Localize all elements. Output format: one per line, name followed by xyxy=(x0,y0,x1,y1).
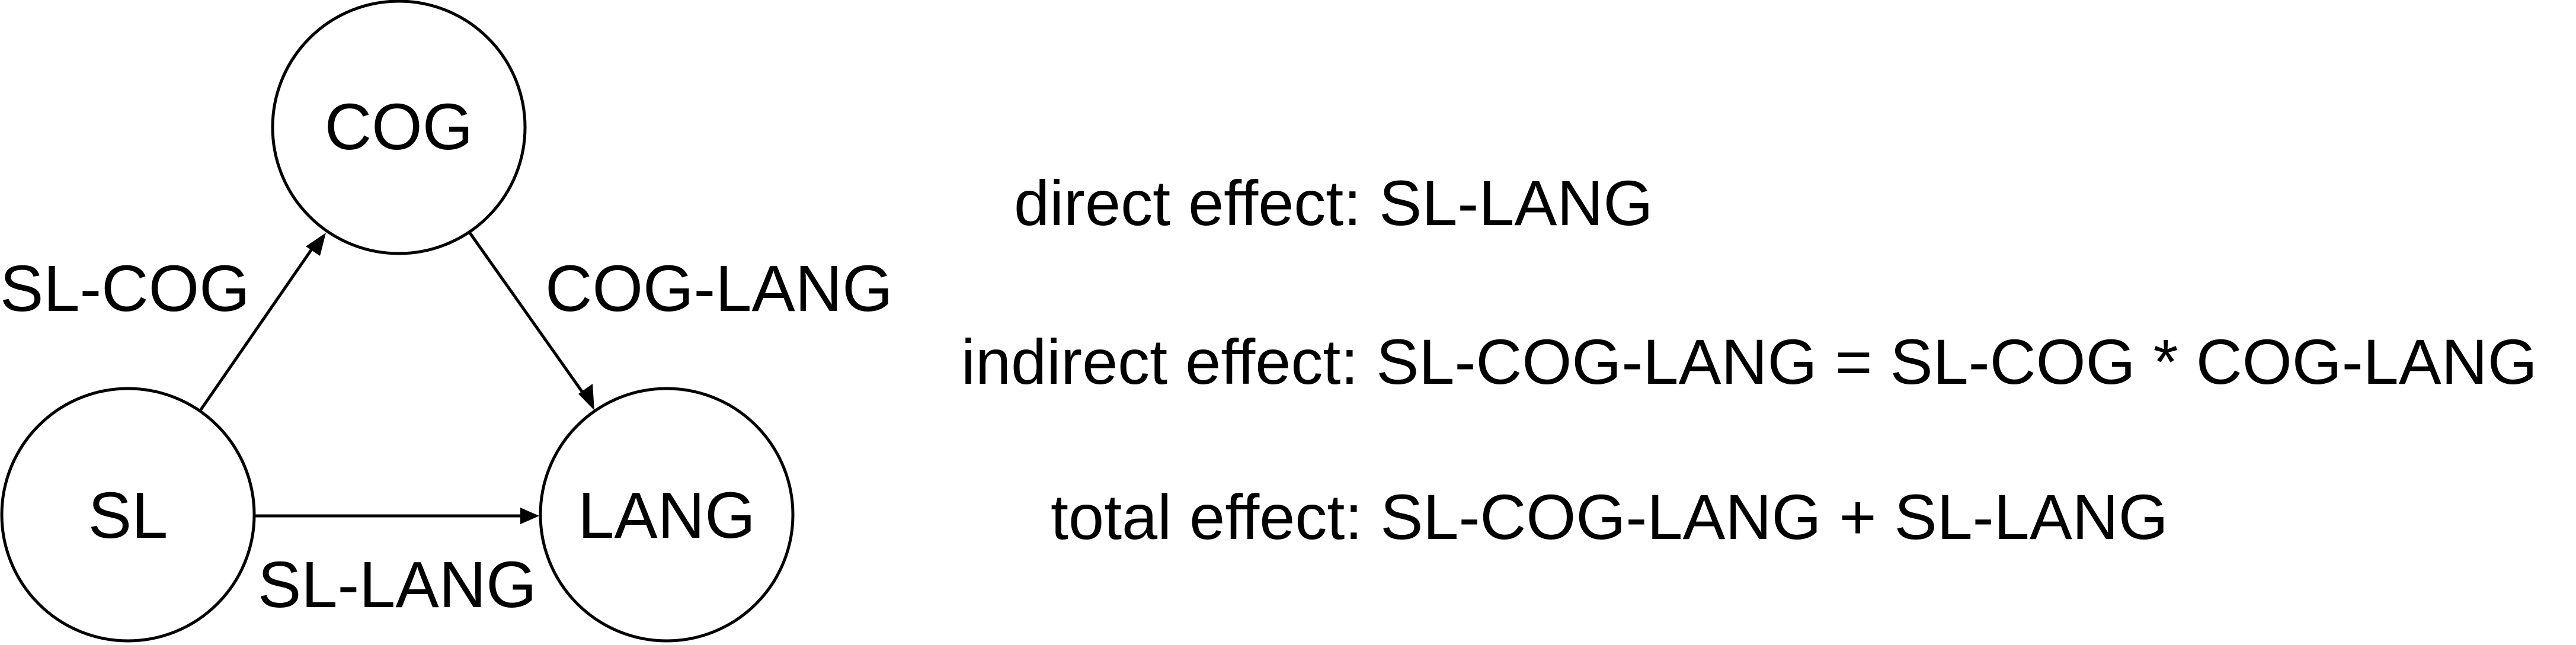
mediation-diagram: COG SL LANG SL-COG COG-LANG SL-LANG dire… xyxy=(0,0,2537,643)
edge-sl-cog-label: SL-COG xyxy=(0,252,250,325)
node-sl: SL xyxy=(0,387,256,643)
node-lang-label: LANG xyxy=(578,479,756,552)
edge-cog-lang-label: COG-LANG xyxy=(545,252,893,325)
node-cog: COG xyxy=(271,0,527,255)
edge-sl-lang-label: SL-LANG xyxy=(258,548,537,621)
node-cog-label: COG xyxy=(325,91,473,163)
formula-indirect-effect: indirect effect: SL-COG-LANG = SL-COG * … xyxy=(961,326,2537,397)
edge-sl-lang-arrowhead xyxy=(520,508,539,524)
formula-direct-effect: direct effect: SL-LANG xyxy=(1014,167,1653,239)
edge-sl-lang xyxy=(254,508,539,524)
node-lang: LANG xyxy=(539,387,795,643)
formula-total-effect: total effect: SL-COG-LANG + SL-LANG xyxy=(1051,481,2168,553)
node-sl-label: SL xyxy=(88,479,168,552)
